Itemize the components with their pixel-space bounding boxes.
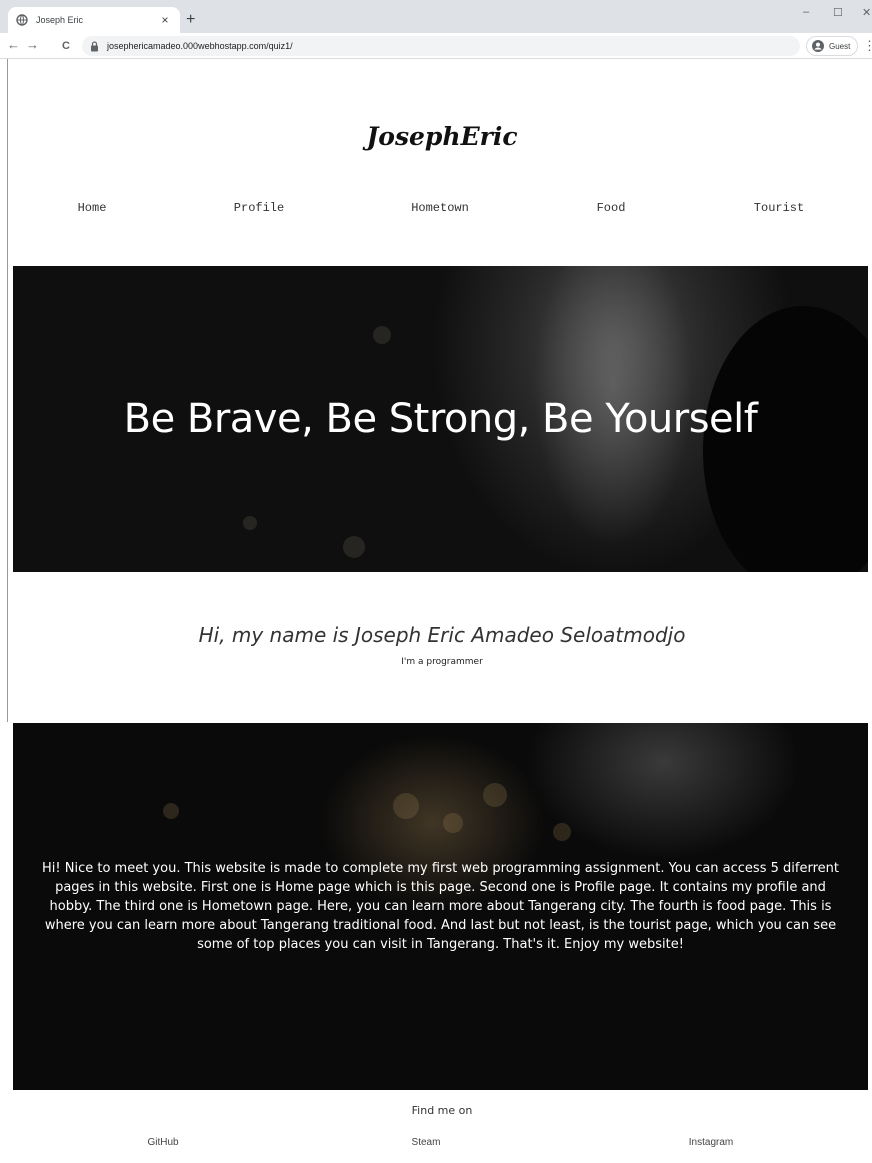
about-section: Hi! Nice to meet you. This website is ma… [13,723,868,1090]
about-bokeh [443,813,463,833]
profile-button[interactable]: Guest [806,36,858,56]
footer-heading: Find me on [411,1104,473,1117]
window-maximize-button[interactable]: ☐ [833,6,843,19]
lock-icon [90,40,99,52]
site-logo[interactable]: JosephEric [0,122,872,151]
nav-food[interactable]: Food [597,201,626,215]
about-bokeh [483,783,507,807]
github-link[interactable]: GitHub [147,1137,178,1148]
about-bokeh [553,823,571,841]
browser-menu-icon[interactable]: ⋮ [863,38,872,54]
browser-tab[interactable]: Joseph Eric × [8,7,180,33]
steam-link[interactable]: Steam [412,1137,441,1148]
about-text: Hi! Nice to meet you. This website is ma… [42,861,839,952]
tab-close-icon[interactable]: × [158,13,172,27]
hero-banner: Be Brave, Be Strong, Be Yourself [13,266,868,572]
reload-icon[interactable]: C [62,39,70,53]
account-circle-icon [812,40,824,52]
new-tab-button[interactable]: + [186,12,195,28]
nav-home[interactable]: Home [78,201,107,215]
hero-heading: Be Brave, Be Strong, Be Yourself [123,396,758,442]
window-minimize-button[interactable]: – [803,6,809,18]
address-bar[interactable]: josephericamadeo.000webhostapp.com/quiz1… [82,36,800,56]
nav-tourist[interactable]: Tourist [754,201,804,215]
intro-role: I'm a programmer [401,657,483,667]
url-text: josephericamadeo.000webhostapp.com/quiz1… [107,41,293,51]
nav-hometown[interactable]: Hometown [411,201,469,215]
about-bokeh [163,803,179,819]
instagram-link[interactable]: Instagram [689,1137,733,1148]
nav-profile[interactable]: Profile [234,201,284,215]
browser-toolbar: ← → C josephericamadeo.000webhostapp.com… [0,33,872,59]
back-arrow-icon[interactable]: ← [7,38,20,52]
hero-bokeh [373,326,391,344]
browser-tab-strip: Joseph Eric × + – ☐ ✕ [0,0,872,33]
tab-title: Joseph Eric [36,15,84,25]
window-close-button[interactable]: ✕ [862,6,871,19]
hero-bokeh [343,536,365,558]
globe-icon [16,14,28,26]
profile-label: Guest [829,41,851,51]
forward-arrow-icon[interactable]: → [26,38,39,52]
main-nav: Home Profile Hometown Food Tourist [0,201,872,217]
intro-name: Hi, my name is Joseph Eric Amadeo Seloat… [198,623,686,647]
hero-bokeh [243,516,257,530]
about-bokeh [393,793,419,819]
